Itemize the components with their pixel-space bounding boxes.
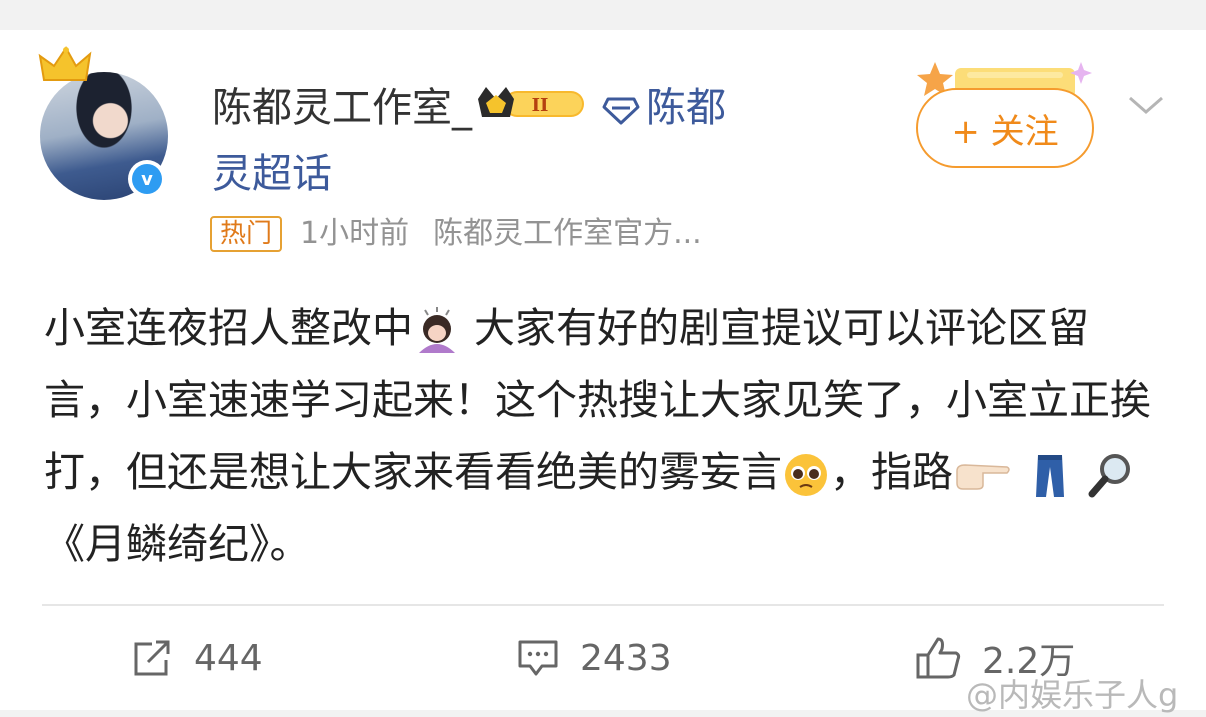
post-card: v 陈都灵工作室_ II 陈都 灵超话 热门 1小时前 陈都灵工作室官方... … [0, 30, 1206, 714]
author-name[interactable]: 陈都灵工作室_ [212, 85, 472, 131]
content-text-1: 小室连夜招人整改中 [44, 304, 413, 352]
hot-tag: 热门 [210, 216, 283, 252]
drama-title-link[interactable]: 《月鳞绮纪》。 [44, 520, 311, 568]
watermark: @内娱乐子人g [966, 676, 1179, 714]
comment-button[interactable]: 2433 [516, 630, 672, 686]
divider [42, 604, 1164, 606]
content-text-3: ，指路 [830, 448, 953, 496]
pleading-face-emoji-icon [785, 454, 827, 496]
super-topic-link-cont[interactable]: 灵超话 [212, 148, 332, 200]
pointing-right-emoji-icon [956, 464, 1010, 490]
crown-icon [38, 46, 92, 81]
repost-button[interactable]: 444 [130, 630, 263, 686]
super-topic-link[interactable]: 陈都 [646, 85, 726, 131]
chevron-down-icon[interactable] [1126, 90, 1166, 120]
magnifying-glass-emoji-icon[interactable] [1087, 451, 1135, 499]
post-source[interactable]: 陈都灵工作室官方... [433, 214, 702, 254]
comment-bubble-icon [518, 640, 558, 676]
post-time: 1小时前 [300, 216, 410, 251]
comment-count: 2433 [580, 637, 672, 679]
thumbs-up-icon [916, 637, 961, 679]
share-square-icon [134, 640, 170, 676]
follow-button[interactable]: + 关注 [916, 88, 1094, 168]
super-topic-diamond-icon [602, 97, 640, 125]
author-line: 陈都灵工作室_ II 陈都 [212, 82, 726, 136]
post-meta: 热门 1小时前 陈都灵工作室官方... [210, 214, 702, 254]
person-bowing-emoji-icon [419, 307, 455, 353]
jeans-emoji-icon [1036, 455, 1065, 497]
vip-level-text: II [532, 95, 549, 116]
post-content: 小室连夜招人整改中 大家有好的剧宣提议可以评论区留言，小室速速学习起来！这个热搜… [44, 292, 1154, 580]
avatar-group[interactable]: v [38, 46, 170, 202]
verified-badge-icon: v [128, 160, 166, 198]
repost-count: 444 [194, 637, 263, 679]
vip-level-badge-icon[interactable]: II [476, 84, 588, 136]
